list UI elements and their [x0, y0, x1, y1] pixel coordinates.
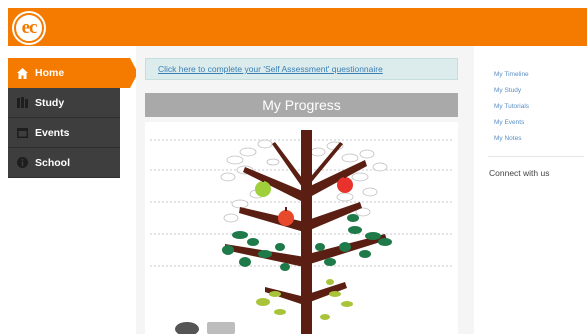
- logo-ring: [14, 13, 44, 43]
- self-assessment-link[interactable]: Click here to complete your 'Self Assess…: [145, 58, 458, 80]
- info-icon: [16, 156, 29, 169]
- link-my-timeline[interactable]: My Timeline: [494, 67, 529, 83]
- main-nav: Home Study Events School: [8, 58, 138, 178]
- connect-with-us-heading: Connect with us: [489, 168, 550, 178]
- nav-item-events[interactable]: Events: [8, 118, 120, 148]
- divider: [488, 156, 584, 157]
- home-icon: [16, 67, 29, 80]
- nav-item-label: Events: [35, 126, 70, 139]
- link-my-notes[interactable]: My Notes: [494, 131, 529, 147]
- link-my-events[interactable]: My Events: [494, 115, 529, 131]
- nav-item-label: School: [35, 156, 71, 169]
- link-my-tutorials[interactable]: My Tutorials: [494, 99, 529, 115]
- nav-item-study[interactable]: Study: [8, 88, 120, 118]
- link-my-study[interactable]: My Study: [494, 83, 529, 99]
- quick-links: My Timeline My Study My Tutorials My Eve…: [494, 67, 529, 147]
- nav-item-label: Study: [35, 96, 65, 109]
- progress-tree-illustration: [150, 130, 453, 334]
- top-header-bar: [8, 8, 587, 46]
- events-icon: [16, 126, 29, 139]
- nav-item-label: Home: [35, 67, 65, 79]
- progress-title: My Progress: [145, 93, 458, 117]
- nav-item-school[interactable]: School: [8, 148, 120, 178]
- books-icon: [16, 96, 29, 109]
- nav-item-home[interactable]: Home: [8, 58, 138, 88]
